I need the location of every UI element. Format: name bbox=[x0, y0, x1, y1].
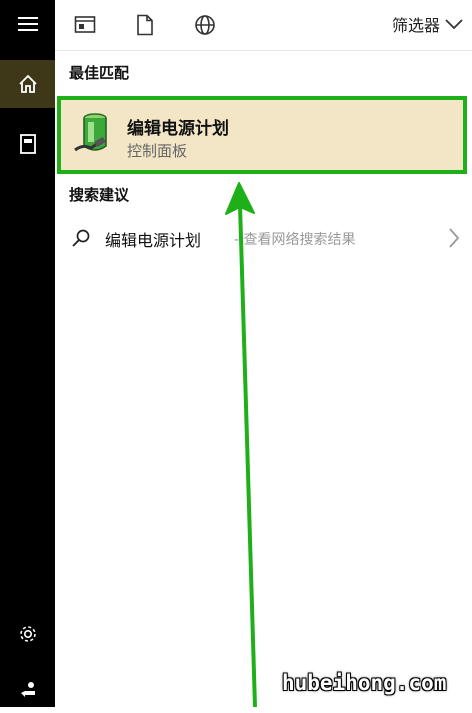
watermark: hubeihong.com bbox=[282, 671, 447, 695]
annotation-arrow bbox=[225, 182, 257, 707]
